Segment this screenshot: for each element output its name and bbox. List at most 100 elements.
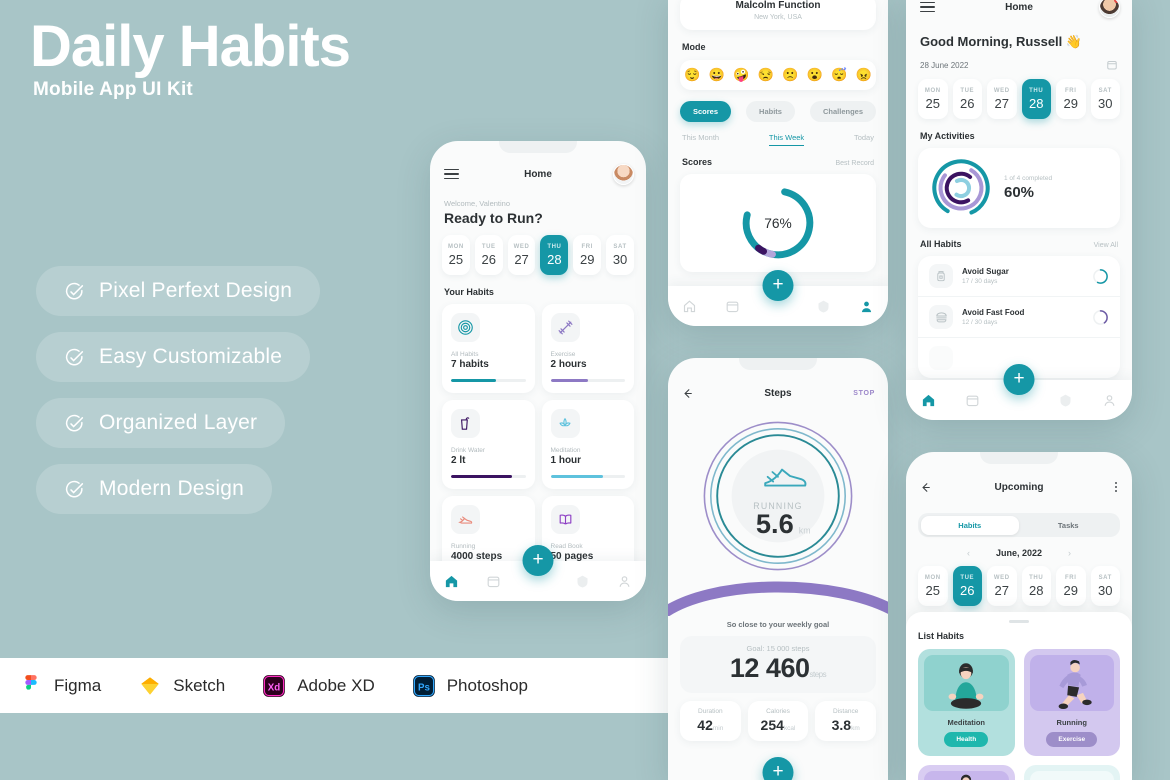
habit-card-category: All Habits xyxy=(451,351,479,358)
tab-habits[interactable]: Habits xyxy=(746,101,795,122)
scores-header: Scores Best Record xyxy=(668,157,888,167)
day-chip[interactable]: SAT 30 xyxy=(606,235,634,275)
day-chip-num: 27 xyxy=(514,251,529,267)
lotus-icon xyxy=(550,409,580,438)
add-button-fab[interactable]: + xyxy=(522,545,554,576)
home-icon[interactable] xyxy=(682,299,697,314)
day-chip-active[interactable]: TUE 26 xyxy=(952,566,982,606)
segment-tasks[interactable]: Tasks xyxy=(1019,516,1118,535)
calendar-icon[interactable] xyxy=(725,299,740,314)
add-button-fab[interactable]: + xyxy=(1003,364,1035,395)
list-habit-card-partial[interactable] xyxy=(918,764,1015,780)
day-selector: MON 25 TUE 26 WED 27 THU 28 FRI 29 SAT 30 xyxy=(430,235,646,275)
day-chip[interactable]: TUE 26 xyxy=(474,235,503,275)
day-chip[interactable]: THU 28 xyxy=(1021,566,1051,606)
section-title-your-habits: Your Habits xyxy=(444,287,494,297)
dumbbell-icon xyxy=(550,313,580,342)
day-chip[interactable]: SAT 30 xyxy=(1090,566,1120,606)
day-chip[interactable]: TUE 26 xyxy=(952,79,982,119)
best-record-label[interactable]: Best Record xyxy=(835,160,874,167)
habit-progress-bar xyxy=(451,475,526,478)
calendar-icon[interactable] xyxy=(486,574,501,589)
badge-icon[interactable] xyxy=(1058,393,1073,408)
day-selector: MON 25 TUE 26 WED 27 THU 28 FRI 29 SAT 30 xyxy=(906,79,1132,119)
steps-ring-value: 5.6 xyxy=(756,508,794,539)
habit-card[interactable]: Meditation 1 hour xyxy=(541,400,634,489)
appbar-title: Upcoming xyxy=(994,481,1044,493)
day-chip-num: 25 xyxy=(925,95,940,111)
all-habits-header: All Habits View All xyxy=(906,239,1132,249)
mood-emoji[interactable]: 😒 xyxy=(758,67,774,83)
phone-mockup-home: Home Welcome, Valentino Ready to Run? MO… xyxy=(430,141,646,601)
activity-summary-card[interactable]: 1 of 4 completed 60% xyxy=(918,148,1120,228)
segment-habits[interactable]: Habits xyxy=(920,515,1019,535)
day-chip[interactable]: FRI 29 xyxy=(573,235,602,275)
day-chip[interactable]: MON 25 xyxy=(918,79,948,119)
home-icon[interactable] xyxy=(444,574,459,589)
list-habit-card-meditation[interactable]: Meditation Health xyxy=(918,648,1015,756)
mood-emoji[interactable]: 😮 xyxy=(807,67,823,83)
sugar-jar-icon xyxy=(929,264,953,288)
day-chip-num: 30 xyxy=(612,251,628,267)
mood-emoji[interactable]: 🙁 xyxy=(782,67,798,83)
day-chip-dow: MON xyxy=(924,87,941,94)
avatar[interactable] xyxy=(613,163,634,185)
day-chip[interactable]: WED 27 xyxy=(507,235,536,275)
day-chip-dow: THU xyxy=(547,243,562,250)
chevron-left-icon[interactable]: ‹ xyxy=(967,548,970,558)
mood-emoji[interactable]: 😀 xyxy=(709,67,725,83)
range-today[interactable]: Today xyxy=(854,133,874,146)
day-chip-active[interactable]: THU 28 xyxy=(1021,79,1051,119)
mood-emoji[interactable]: 😴 xyxy=(831,67,847,83)
range-this-month[interactable]: This Month xyxy=(682,133,719,146)
avatar[interactable] xyxy=(1099,0,1120,18)
mood-emoji[interactable]: 🤪 xyxy=(733,67,749,83)
habit-card[interactable]: Drink Water 2 lt xyxy=(442,400,535,489)
habit-list: Avoid Sugar 17 / 30 days Avoid Fast Food… xyxy=(918,256,1120,378)
badge-icon[interactable] xyxy=(575,574,590,589)
tab-challenges[interactable]: Challenges xyxy=(809,101,876,122)
svg-text:Xd: Xd xyxy=(268,682,281,693)
day-chip-num: 29 xyxy=(579,251,595,267)
list-habit-card-running[interactable]: Running Exercise xyxy=(1023,648,1120,756)
range-this-week[interactable]: This Week xyxy=(768,133,805,146)
habit-card[interactable]: Exercise 2 hours xyxy=(541,304,634,393)
kebab-menu-icon[interactable] xyxy=(1115,482,1117,492)
day-chip-dow: TUE xyxy=(960,87,975,94)
day-chip[interactable]: FRI 29 xyxy=(1056,79,1086,119)
day-chip-active[interactable]: THU 28 xyxy=(540,235,569,275)
habit-list-item[interactable]: Avoid Fast Food 12 / 30 days xyxy=(918,297,1120,338)
day-chip[interactable]: FRI 29 xyxy=(1056,566,1086,606)
current-date: 28 June 2022 xyxy=(920,60,969,70)
home-icon[interactable] xyxy=(921,393,936,408)
tool-item-label: Sketch xyxy=(173,675,226,695)
add-button-fab[interactable]: + xyxy=(762,270,794,301)
sketch-logo-icon xyxy=(141,676,159,695)
day-chip[interactable]: MON 25 xyxy=(442,235,470,275)
tab-scores[interactable]: Scores xyxy=(680,101,732,122)
day-chip-num: 28 xyxy=(1029,582,1044,598)
view-all-link[interactable]: View All xyxy=(1094,242,1118,249)
day-chip[interactable]: WED 27 xyxy=(987,566,1017,606)
day-chip-dow: THU xyxy=(1029,574,1044,581)
photoshop-logo-icon: Ps xyxy=(412,674,435,697)
day-chip-num: 26 xyxy=(960,95,975,111)
habit-list-item[interactable]: Avoid Sugar 17 / 30 days xyxy=(918,256,1120,297)
mood-emoji[interactable]: 😠 xyxy=(856,67,872,83)
habit-card[interactable]: All Habits 7 habits xyxy=(442,304,535,393)
calendar-icon[interactable] xyxy=(965,393,980,408)
mood-emoji[interactable]: 😌 xyxy=(684,67,700,83)
person-icon[interactable] xyxy=(859,299,874,314)
add-button-fab[interactable]: + xyxy=(762,757,794,780)
stop-button[interactable]: STOP xyxy=(853,390,875,397)
badge-icon[interactable] xyxy=(816,299,831,314)
sheet-grabber[interactable] xyxy=(1009,620,1029,623)
calendar-icon[interactable] xyxy=(1106,59,1118,71)
person-icon[interactable] xyxy=(617,574,632,589)
list-habit-card-partial[interactable] xyxy=(1023,764,1120,780)
day-chip[interactable]: SAT 30 xyxy=(1090,79,1120,119)
day-chip[interactable]: WED 27 xyxy=(987,79,1017,119)
chevron-right-icon[interactable]: › xyxy=(1068,548,1071,558)
day-chip[interactable]: MON 25 xyxy=(918,566,948,606)
person-icon[interactable] xyxy=(1102,393,1117,408)
